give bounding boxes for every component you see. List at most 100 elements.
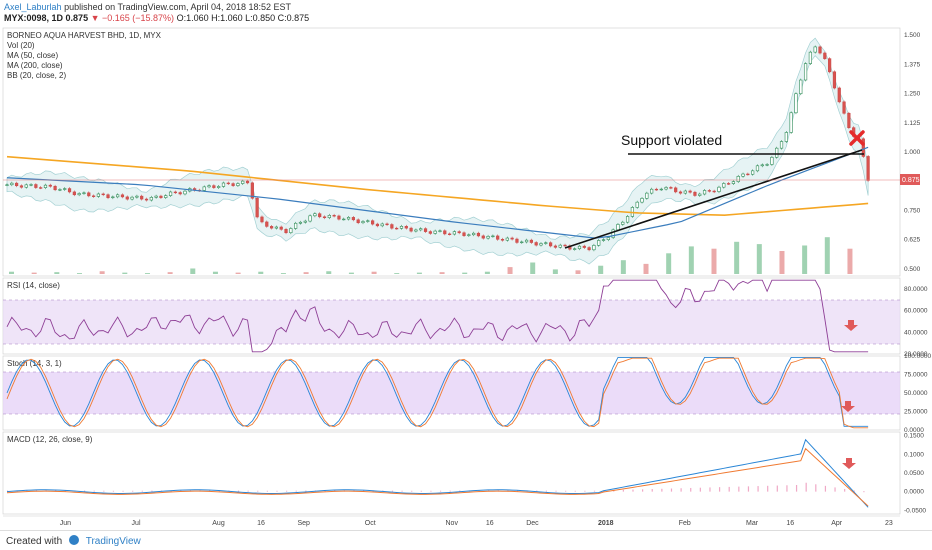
candle-body [760,164,764,167]
candle-body [53,185,57,191]
candle-body [380,223,384,227]
candle-body [462,232,466,236]
candle-body [558,244,562,248]
candle-body [751,170,755,175]
candle-body [654,188,659,191]
candle-body [260,216,264,223]
macd-histogram-bar [122,490,124,492]
candle-body [476,232,481,237]
candle-body [775,147,779,158]
candle-body [842,101,846,114]
candle-body [510,237,514,240]
volume-bar [779,251,785,274]
candle-body [144,198,149,201]
macd-histogram-bar [112,490,115,492]
time-axis-tick: Dec [526,520,539,527]
macd-histogram-bar [411,490,413,492]
macd-histogram-bar [266,490,268,492]
volume-bar [756,244,762,274]
volume-bar [530,262,536,274]
macd-histogram-bar [555,490,557,492]
chart-canvas[interactable]: BORNEO AQUA HARVEST BHD, 1D, MYX Vol (20… [0,26,932,530]
candle-body [524,239,529,243]
price-tag-label: 0.875 [902,177,920,184]
time-axis[interactable]: Jun Jul Aug 16 Sep Oct Nov 16 Dec 2018 Feb Mar 16 Apr… [60,520,893,527]
last-price: 0.875 [65,13,89,23]
candle-body [154,195,158,198]
candle-body [236,183,240,186]
time-axis-tick: Nov [446,520,459,527]
candle-body [765,164,769,166]
candle-body [221,182,226,187]
macd-histogram-bar [276,490,278,492]
candle-body [433,230,437,234]
tradingview-logo-icon [68,535,79,545]
candle-body [289,228,293,234]
macd-histogram-bar [103,490,105,492]
macd-histogram-bar [728,486,730,492]
volume-bar [99,271,105,274]
candle-body [149,197,153,201]
macd-histogram-bar [574,490,576,492]
volume-bar [484,271,490,274]
candle-body [799,79,803,95]
candle-body [741,173,745,177]
candle-body [241,180,245,184]
macd-histogram-bar [401,490,403,492]
volume-bar [802,245,808,274]
candle-body [130,196,134,200]
candle-body [385,223,389,226]
macd-histogram-bar [151,490,153,492]
candle-body [395,227,399,230]
macd-histogram-bar [699,487,701,492]
volume-bar [552,269,558,274]
candle-body [168,191,173,196]
candle-body [303,220,307,223]
candle-body [707,190,711,192]
candle-body [539,243,543,246]
candle-body [669,187,673,189]
author-name[interactable]: Axel_Laburlah [4,2,62,12]
symbol-label: MYX:0098, 1D [4,13,64,23]
macd-histogram-bar [651,489,653,492]
candle-body [77,193,81,196]
candle-body [491,235,495,238]
candle-body [563,244,567,247]
volume-bar [280,273,286,274]
footer: Created with TradingView [0,530,932,550]
candle-body [770,156,774,165]
candle-body [298,221,303,224]
candle-body [67,188,72,193]
candle-body [544,242,548,244]
tradingview-link[interactable]: TradingView [86,536,141,547]
macd-histogram-bar [757,486,759,492]
candle-body [19,185,24,188]
candle-body [164,195,168,198]
candle-body [837,87,841,103]
candle-body [409,227,413,232]
volume-bar [303,272,309,274]
macd-pane[interactable] [2,431,901,515]
macd-histogram-bar [295,490,297,492]
macd-histogram-bar [805,482,807,492]
candle-body [116,194,120,198]
candle-body [496,235,500,240]
candle-body [823,52,827,59]
candle-body [279,226,283,230]
candle-body [111,196,115,199]
candle-body [808,51,812,64]
volume-bar [54,272,60,274]
candle-body [419,228,423,231]
candle-body [784,132,788,142]
candle-body [24,184,28,188]
candle-body [269,226,274,229]
candle-body [727,183,731,185]
candle-body [361,221,365,224]
macd-histogram-bar [709,487,711,492]
candle-body [342,218,346,221]
volume-bar [598,265,604,274]
candle-body [351,217,355,221]
candle-body [534,242,538,246]
price-axis[interactable]: 1.500 1.375 1.250 1.125 1.000 0.875 0.750 0.625… [904,32,931,514]
candle-body [87,192,91,197]
